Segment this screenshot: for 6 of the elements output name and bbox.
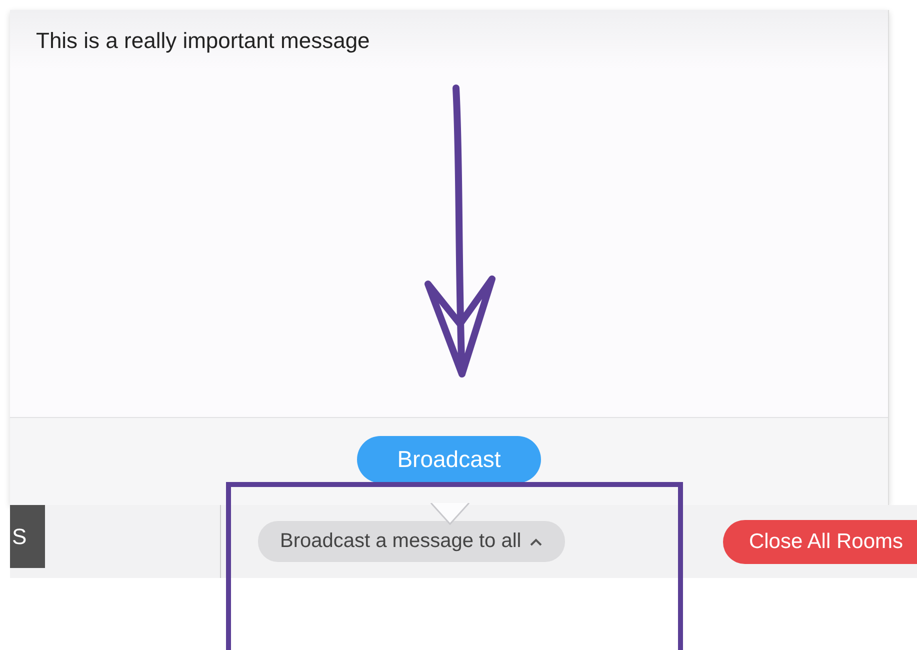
- message-text: This is a really important message: [36, 28, 370, 53]
- chevron-icon: [529, 536, 544, 546]
- message-field[interactable]: This is a really important message: [10, 10, 888, 418]
- side-button[interactable]: S: [10, 505, 45, 568]
- close-all-rooms-button[interactable]: Close All Rooms: [722, 520, 917, 564]
- broadcast-menu-button[interactable]: Broadcast a message to all: [258, 521, 566, 562]
